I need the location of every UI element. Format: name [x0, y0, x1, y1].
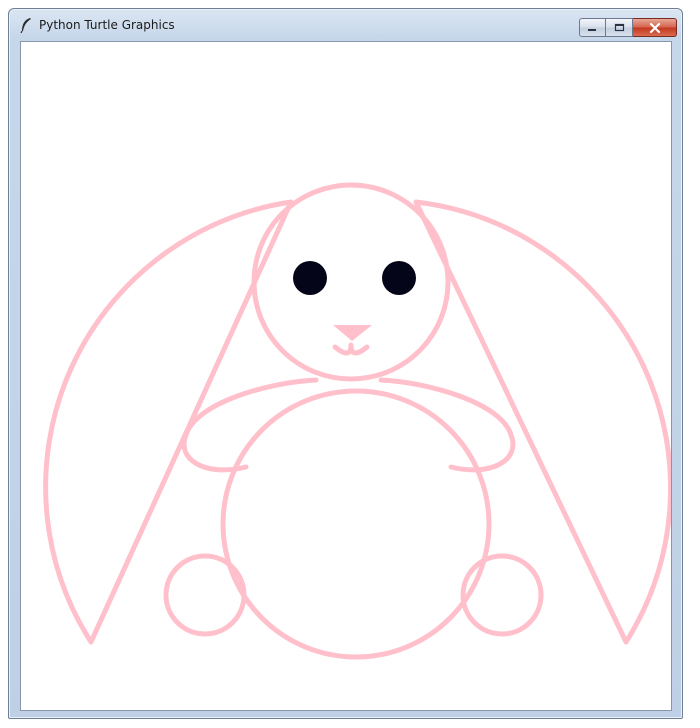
- feather-icon: [20, 18, 31, 33]
- right-foot: [460, 553, 544, 637]
- mouth: [332, 342, 370, 356]
- left-eye: [293, 261, 327, 295]
- right-eye: [382, 261, 416, 295]
- body: [220, 388, 492, 660]
- nose: [333, 325, 372, 341]
- minimize-button[interactable]: [579, 18, 606, 37]
- close-button[interactable]: [633, 18, 677, 37]
- maximize-button[interactable]: [606, 18, 633, 37]
- caption-buttons: [579, 18, 677, 38]
- turtle-canvas[interactable]: [20, 41, 672, 711]
- window-title: Python Turtle Graphics: [39, 18, 175, 32]
- title-bar[interactable]: Python Turtle Graphics: [9, 9, 682, 40]
- turtle-window: Python Turtle Graphics: [8, 8, 683, 719]
- close-icon: [649, 22, 660, 33]
- minimize-icon: [588, 28, 596, 31]
- bunny-drawing: [43, 182, 671, 660]
- right-ear: [413, 199, 671, 645]
- maximize-icon: [614, 23, 624, 32]
